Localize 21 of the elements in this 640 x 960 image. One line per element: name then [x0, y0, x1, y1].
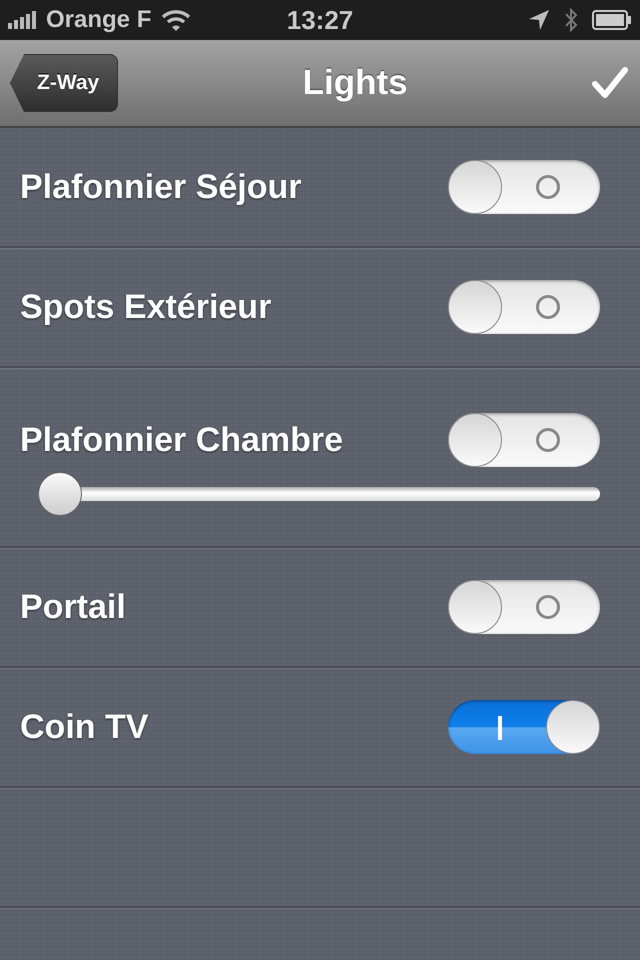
toggle-switch[interactable] [448, 413, 600, 467]
toggle-switch[interactable] [448, 700, 600, 754]
light-label: Plafonnier Chambre [20, 420, 344, 460]
light-label: Plafonnier Séjour [20, 168, 302, 206]
toggle-switch[interactable] [448, 160, 600, 214]
nav-title: Lights [302, 63, 408, 103]
light-label: Spots Extérieur [20, 288, 272, 326]
light-label: Coin TV [20, 708, 148, 746]
toggle-switch[interactable] [448, 580, 600, 634]
back-button[interactable]: Z-Way [10, 54, 118, 112]
signal-icon [8, 11, 36, 29]
slider-thumb[interactable] [38, 472, 82, 516]
wifi-icon [161, 9, 192, 31]
carrier-name: Orange F [46, 6, 152, 34]
bluetooth-icon [564, 7, 578, 33]
toggle-switch[interactable] [448, 280, 600, 334]
checkmark-icon[interactable] [592, 67, 628, 99]
status-time: 13:27 [286, 4, 354, 36]
light-label: Portail [20, 588, 126, 626]
location-icon [528, 9, 550, 31]
battery-icon [592, 10, 632, 30]
